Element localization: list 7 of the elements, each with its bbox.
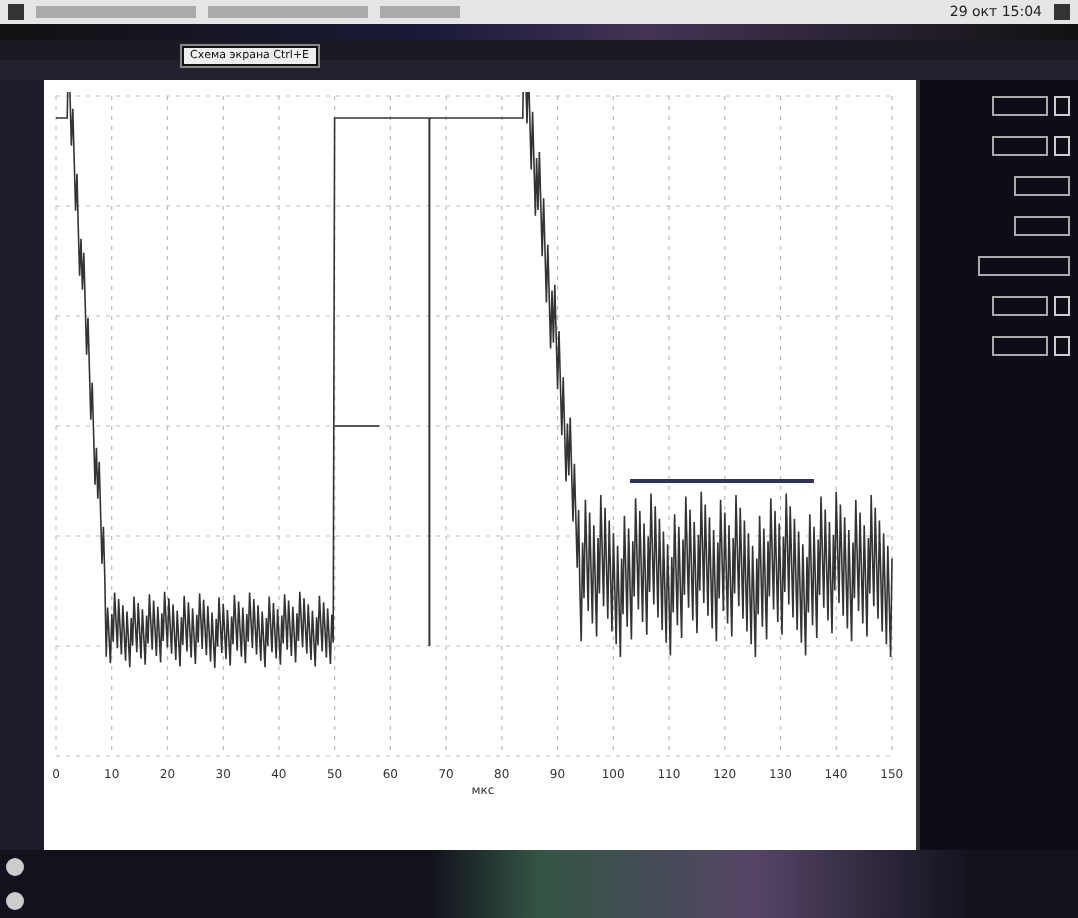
input-field[interactable] [1014, 176, 1070, 196]
input-field[interactable] [992, 296, 1048, 316]
input-field[interactable] [992, 136, 1048, 156]
input-field[interactable] [1014, 216, 1070, 236]
input-field[interactable] [992, 336, 1048, 356]
input-field[interactable] [992, 96, 1048, 116]
dropdown-field[interactable] [978, 256, 1070, 276]
